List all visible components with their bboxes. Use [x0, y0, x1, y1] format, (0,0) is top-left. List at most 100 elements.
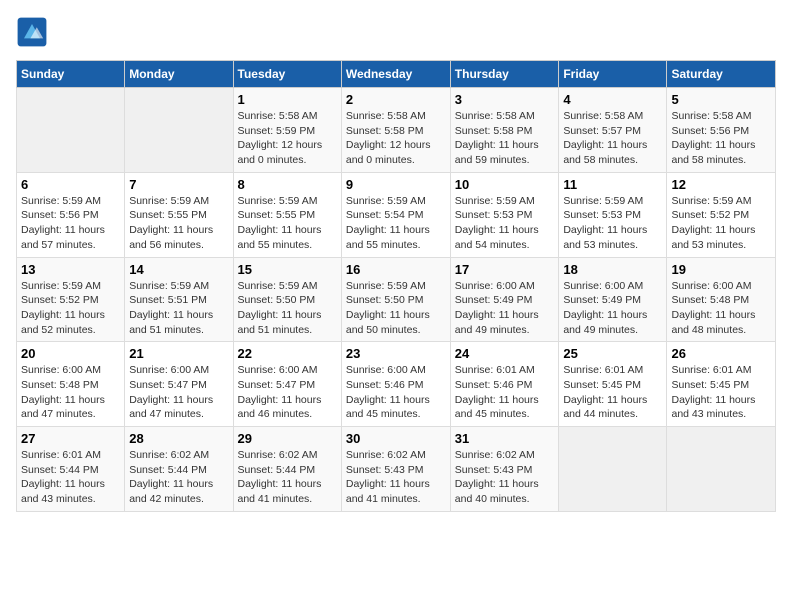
day-number: 11 [563, 177, 662, 192]
day-info: Sunrise: 6:00 AM Sunset: 5:48 PM Dayligh… [671, 279, 771, 338]
day-number: 6 [21, 177, 120, 192]
calendar-cell: 9 Sunrise: 5:59 AM Sunset: 5:54 PM Daylig… [341, 172, 450, 257]
day-number: 13 [21, 262, 120, 277]
calendar-cell: 29 Sunrise: 6:02 AM Sunset: 5:44 PM Dayli… [233, 427, 341, 512]
calendar-cell: 28Sunrise: 6:02 AM Sunset: 5:44 PM Dayli… [125, 427, 233, 512]
calendar-cell: 27Sunrise: 6:01 AM Sunset: 5:44 PM Dayli… [17, 427, 125, 512]
week-row-1: 1 Sunrise: 5:58 AM Sunset: 5:59 PM Daylig… [17, 88, 776, 173]
calendar-cell: 24 Sunrise: 6:01 AM Sunset: 5:46 PM Dayli… [450, 342, 559, 427]
calendar-cell: 1 Sunrise: 5:58 AM Sunset: 5:59 PM Daylig… [233, 88, 341, 173]
day-header-monday: Monday [125, 61, 233, 88]
day-info: Sunrise: 5:58 AM Sunset: 5:58 PM Dayligh… [346, 109, 446, 168]
day-info: Sunrise: 5:59 AM Sunset: 5:50 PM Dayligh… [238, 279, 337, 338]
calendar-cell: 30 Sunrise: 6:02 AM Sunset: 5:43 PM Dayli… [341, 427, 450, 512]
header-row: SundayMondayTuesdayWednesdayThursdayFrid… [17, 61, 776, 88]
day-number: 26 [671, 346, 771, 361]
day-info: Sunrise: 5:59 AM Sunset: 5:55 PM Dayligh… [129, 194, 228, 253]
day-info: Sunrise: 5:58 AM Sunset: 5:59 PM Dayligh… [238, 109, 337, 168]
day-info: Sunrise: 6:02 AM Sunset: 5:44 PM Dayligh… [129, 448, 228, 507]
day-header-saturday: Saturday [667, 61, 776, 88]
day-number: 3 [455, 92, 555, 107]
day-number: 27 [21, 431, 120, 446]
day-info: Sunrise: 6:00 AM Sunset: 5:46 PM Dayligh… [346, 363, 446, 422]
day-info: Sunrise: 5:59 AM Sunset: 5:56 PM Dayligh… [21, 194, 120, 253]
day-number: 18 [563, 262, 662, 277]
day-header-thursday: Thursday [450, 61, 559, 88]
day-header-wednesday: Wednesday [341, 61, 450, 88]
calendar-cell: 4 Sunrise: 5:58 AM Sunset: 5:57 PM Daylig… [559, 88, 667, 173]
calendar-cell: 15 Sunrise: 5:59 AM Sunset: 5:50 PM Dayli… [233, 257, 341, 342]
day-number: 17 [455, 262, 555, 277]
calendar-cell: 13 Sunrise: 5:59 AM Sunset: 5:52 PM Dayli… [17, 257, 125, 342]
day-info: Sunrise: 5:58 AM Sunset: 5:58 PM Dayligh… [455, 109, 555, 168]
day-number: 10 [455, 177, 555, 192]
calendar-cell: 5Sunrise: 5:58 AM Sunset: 5:56 PM Daylig… [667, 88, 776, 173]
calendar-cell: 31 Sunrise: 6:02 AM Sunset: 5:43 PM Dayli… [450, 427, 559, 512]
calendar-cell: 11 Sunrise: 5:59 AM Sunset: 5:53 PM Dayli… [559, 172, 667, 257]
day-number: 24 [455, 346, 555, 361]
day-number: 4 [563, 92, 662, 107]
day-number: 29 [238, 431, 337, 446]
day-number: 22 [238, 346, 337, 361]
calendar-cell: 20 Sunrise: 6:00 AM Sunset: 5:48 PM Dayli… [17, 342, 125, 427]
day-info: Sunrise: 6:02 AM Sunset: 5:43 PM Dayligh… [455, 448, 555, 507]
calendar-cell [125, 88, 233, 173]
day-number: 8 [238, 177, 337, 192]
day-info: Sunrise: 6:01 AM Sunset: 5:46 PM Dayligh… [455, 363, 555, 422]
day-header-sunday: Sunday [17, 61, 125, 88]
day-info: Sunrise: 5:59 AM Sunset: 5:51 PM Dayligh… [129, 279, 228, 338]
day-header-tuesday: Tuesday [233, 61, 341, 88]
day-number: 31 [455, 431, 555, 446]
calendar-cell: 8 Sunrise: 5:59 AM Sunset: 5:55 PM Daylig… [233, 172, 341, 257]
calendar-cell: 14 Sunrise: 5:59 AM Sunset: 5:51 PM Dayli… [125, 257, 233, 342]
calendar-cell: 26 Sunrise: 6:01 AM Sunset: 5:45 PM Dayli… [667, 342, 776, 427]
day-number: 2 [346, 92, 446, 107]
day-info: Sunrise: 5:58 AM Sunset: 5:56 PM Dayligh… [671, 109, 771, 168]
day-info: Sunrise: 5:58 AM Sunset: 5:57 PM Dayligh… [563, 109, 662, 168]
calendar-cell: 2 Sunrise: 5:58 AM Sunset: 5:58 PM Daylig… [341, 88, 450, 173]
day-number: 23 [346, 346, 446, 361]
day-info: Sunrise: 5:59 AM Sunset: 5:52 PM Dayligh… [21, 279, 120, 338]
logo-icon [16, 16, 48, 48]
day-number: 15 [238, 262, 337, 277]
day-info: Sunrise: 6:00 AM Sunset: 5:48 PM Dayligh… [21, 363, 120, 422]
day-info: Sunrise: 6:00 AM Sunset: 5:47 PM Dayligh… [129, 363, 228, 422]
calendar-cell: 21 Sunrise: 6:00 AM Sunset: 5:47 PM Dayli… [125, 342, 233, 427]
day-info: Sunrise: 6:01 AM Sunset: 5:45 PM Dayligh… [671, 363, 771, 422]
day-info: Sunrise: 6:00 AM Sunset: 5:49 PM Dayligh… [563, 279, 662, 338]
calendar-cell: 23 Sunrise: 6:00 AM Sunset: 5:46 PM Dayli… [341, 342, 450, 427]
calendar-cell: 22 Sunrise: 6:00 AM Sunset: 5:47 PM Dayli… [233, 342, 341, 427]
day-info: Sunrise: 6:02 AM Sunset: 5:43 PM Dayligh… [346, 448, 446, 507]
day-number: 30 [346, 431, 446, 446]
calendar-cell [667, 427, 776, 512]
logo [16, 16, 52, 48]
week-row-5: 27Sunrise: 6:01 AM Sunset: 5:44 PM Dayli… [17, 427, 776, 512]
day-info: Sunrise: 6:00 AM Sunset: 5:47 PM Dayligh… [238, 363, 337, 422]
week-row-2: 6 Sunrise: 5:59 AM Sunset: 5:56 PM Daylig… [17, 172, 776, 257]
day-number: 20 [21, 346, 120, 361]
calendar-cell: 10Sunrise: 5:59 AM Sunset: 5:53 PM Dayli… [450, 172, 559, 257]
day-info: Sunrise: 6:01 AM Sunset: 5:45 PM Dayligh… [563, 363, 662, 422]
day-info: Sunrise: 5:59 AM Sunset: 5:52 PM Dayligh… [671, 194, 771, 253]
day-number: 19 [671, 262, 771, 277]
calendar-cell [559, 427, 667, 512]
day-number: 7 [129, 177, 228, 192]
day-number: 9 [346, 177, 446, 192]
page-header [16, 16, 776, 48]
day-info: Sunrise: 5:59 AM Sunset: 5:55 PM Dayligh… [238, 194, 337, 253]
calendar-cell: 12Sunrise: 5:59 AM Sunset: 5:52 PM Dayli… [667, 172, 776, 257]
calendar-cell: 25Sunrise: 6:01 AM Sunset: 5:45 PM Dayli… [559, 342, 667, 427]
day-header-friday: Friday [559, 61, 667, 88]
day-number: 16 [346, 262, 446, 277]
day-info: Sunrise: 5:59 AM Sunset: 5:53 PM Dayligh… [563, 194, 662, 253]
calendar-cell: 6 Sunrise: 5:59 AM Sunset: 5:56 PM Daylig… [17, 172, 125, 257]
day-number: 1 [238, 92, 337, 107]
day-number: 21 [129, 346, 228, 361]
calendar-cell: 7 Sunrise: 5:59 AM Sunset: 5:55 PM Daylig… [125, 172, 233, 257]
day-info: Sunrise: 6:00 AM Sunset: 5:49 PM Dayligh… [455, 279, 555, 338]
day-info: Sunrise: 6:02 AM Sunset: 5:44 PM Dayligh… [238, 448, 337, 507]
day-info: Sunrise: 5:59 AM Sunset: 5:50 PM Dayligh… [346, 279, 446, 338]
day-number: 14 [129, 262, 228, 277]
day-info: Sunrise: 5:59 AM Sunset: 5:54 PM Dayligh… [346, 194, 446, 253]
calendar-table: SundayMondayTuesdayWednesdayThursdayFrid… [16, 60, 776, 512]
